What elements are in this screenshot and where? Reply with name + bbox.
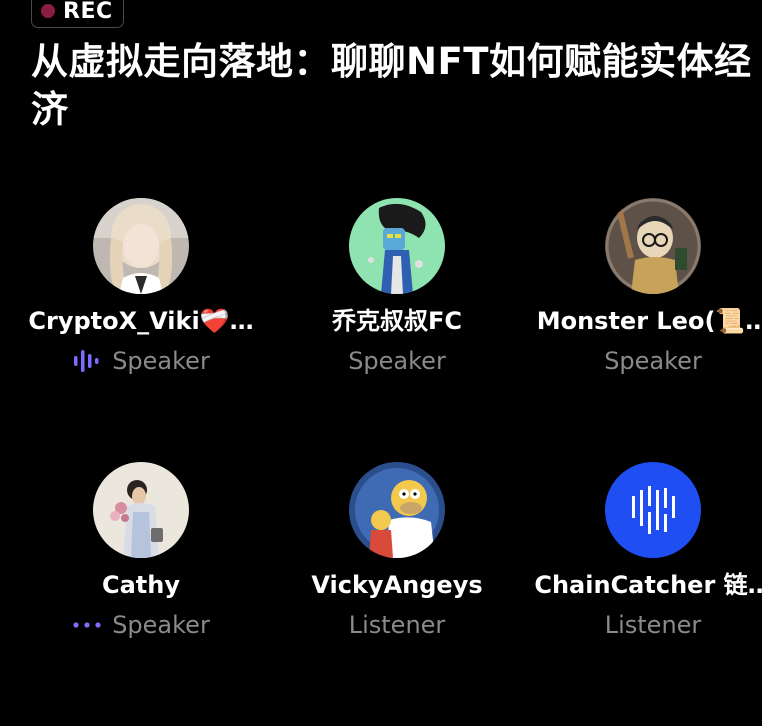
participant-role-row: Listener [605, 610, 702, 640]
avatar[interactable] [605, 462, 701, 558]
participant-name: ChainCatcher 链… [534, 571, 762, 599]
space-title: 从虚拟走向落地：聊聊NFT如何赋能实体经济 [31, 40, 752, 131]
recording-badge: REC [31, 0, 124, 28]
participant-role-row: Speaker [604, 346, 702, 376]
avatar[interactable] [605, 198, 701, 294]
participant-card[interactable]: Cathy Speaker [13, 462, 269, 726]
recording-label: REC [63, 0, 113, 24]
avatar[interactable] [93, 198, 189, 294]
participant-role: Listener [604, 611, 702, 639]
participant-role-row: Speaker [72, 610, 210, 640]
participant-role: Speaker [604, 347, 702, 375]
participant-role-row: Listener [349, 610, 446, 640]
participant-role-row: Speaker [72, 346, 210, 376]
avatar[interactable] [349, 198, 445, 294]
participant-name: Cathy [101, 571, 180, 599]
participant-card[interactable]: CryptoX_Viki❤️‍🩹… Speaker [13, 198, 269, 462]
typing-dots-icon [72, 620, 102, 630]
recording-dot-icon [41, 4, 55, 18]
participant-name: 乔克叔叔FC [331, 307, 462, 335]
participant-role: Listener [348, 611, 446, 639]
participant-name: CryptoX_Viki❤️‍🩹… [28, 307, 254, 335]
participant-card[interactable]: VickyAngeys Listener [269, 462, 525, 726]
participant-role-row: Speaker [348, 346, 446, 376]
avatar[interactable] [93, 462, 189, 558]
avatar[interactable] [349, 462, 445, 558]
speaking-bars-icon [72, 348, 102, 374]
participant-name: VickyAngeys [311, 571, 483, 599]
participant-role: Speaker [112, 347, 210, 375]
participant-role: Speaker [112, 611, 210, 639]
participant-card[interactable]: 乔克叔叔FC Speaker [269, 198, 525, 462]
participant-role: Speaker [348, 347, 446, 375]
participants-grid: CryptoX_Viki❤️‍🩹… Speaker [13, 198, 762, 726]
participant-name: Monster Leo(📜… [536, 307, 762, 335]
participant-card[interactable]: Monster Leo(📜… Speaker [525, 198, 762, 462]
participant-card[interactable]: ChainCatcher 链… Listener [525, 462, 762, 726]
